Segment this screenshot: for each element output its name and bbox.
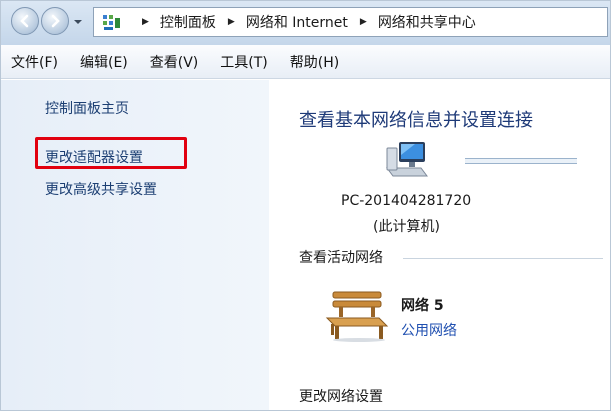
breadcrumb-path: ▶ 控制面板 ▶ 网络和 Internet ▶ 网络和共享中心 xyxy=(130,8,476,36)
forward-arrow-icon xyxy=(51,14,60,28)
back-button[interactable] xyxy=(11,7,39,35)
active-networks-heading: 查看活动网络 xyxy=(299,250,383,266)
breadcrumb-separator-icon[interactable]: ▶ xyxy=(360,17,367,27)
breadcrumb-control-panel[interactable]: 控制面板 xyxy=(160,12,216,32)
section-divider xyxy=(403,258,603,259)
computer-icon[interactable] xyxy=(385,140,429,180)
change-network-settings-heading: 更改网络设置 xyxy=(299,389,383,405)
menu-view[interactable]: 查看(V) xyxy=(150,52,199,72)
breadcrumb[interactable]: ▶ 控制面板 ▶ 网络和 Internet ▶ 网络和共享中心 xyxy=(93,7,608,37)
network-name: 网络 5 xyxy=(401,298,444,314)
network-type-link[interactable]: 公用网络 xyxy=(401,320,457,340)
menu-bar: 文件(F) 编辑(E) 查看(V) 工具(T) 帮助(H) xyxy=(1,45,610,79)
control-panel-icon xyxy=(103,15,120,30)
breadcrumb-separator-icon[interactable]: ▶ xyxy=(142,17,149,27)
forward-button[interactable] xyxy=(41,7,69,35)
menu-tools[interactable]: 工具(T) xyxy=(220,52,267,72)
page-title: 查看基本网络信息并设置连接 xyxy=(299,110,533,131)
task-pane: 控制面板主页 更改适配器设置 更改高级共享设置 xyxy=(1,80,269,410)
menu-help[interactable]: 帮助(H) xyxy=(290,52,339,72)
breadcrumb-separator-icon[interactable]: ▶ xyxy=(228,17,235,27)
breadcrumb-network-sharing-center[interactable]: 网络和共享中心 xyxy=(378,12,476,32)
main-content: 查看基本网络信息并设置连接 PC-201404281720 (此计算机) 查看活… xyxy=(269,80,610,410)
network-map-line xyxy=(465,158,577,164)
control-panel-home-link[interactable]: 控制面板主页 xyxy=(45,98,129,118)
change-advanced-sharing-settings-link[interactable]: 更改高级共享设置 xyxy=(45,179,157,199)
menu-file[interactable]: 文件(F) xyxy=(11,52,58,72)
address-bar: ▶ 控制面板 ▶ 网络和 Internet ▶ 网络和共享中心 xyxy=(1,1,610,45)
menu-edit[interactable]: 编辑(E) xyxy=(80,52,128,72)
change-adapter-settings-link[interactable]: 更改适配器设置 xyxy=(45,147,143,167)
computer-name: PC-201404281720 xyxy=(341,193,472,209)
recent-pages-dropdown-icon[interactable] xyxy=(73,17,83,27)
explorer-window: ▶ 控制面板 ▶ 网络和 Internet ▶ 网络和共享中心 文件(F) 编辑… xyxy=(0,0,611,411)
back-arrow-icon xyxy=(20,14,29,28)
bench-network-icon[interactable] xyxy=(325,288,389,342)
breadcrumb-network-internet[interactable]: 网络和 Internet xyxy=(246,12,348,32)
computer-subtitle: (此计算机) xyxy=(373,219,440,235)
